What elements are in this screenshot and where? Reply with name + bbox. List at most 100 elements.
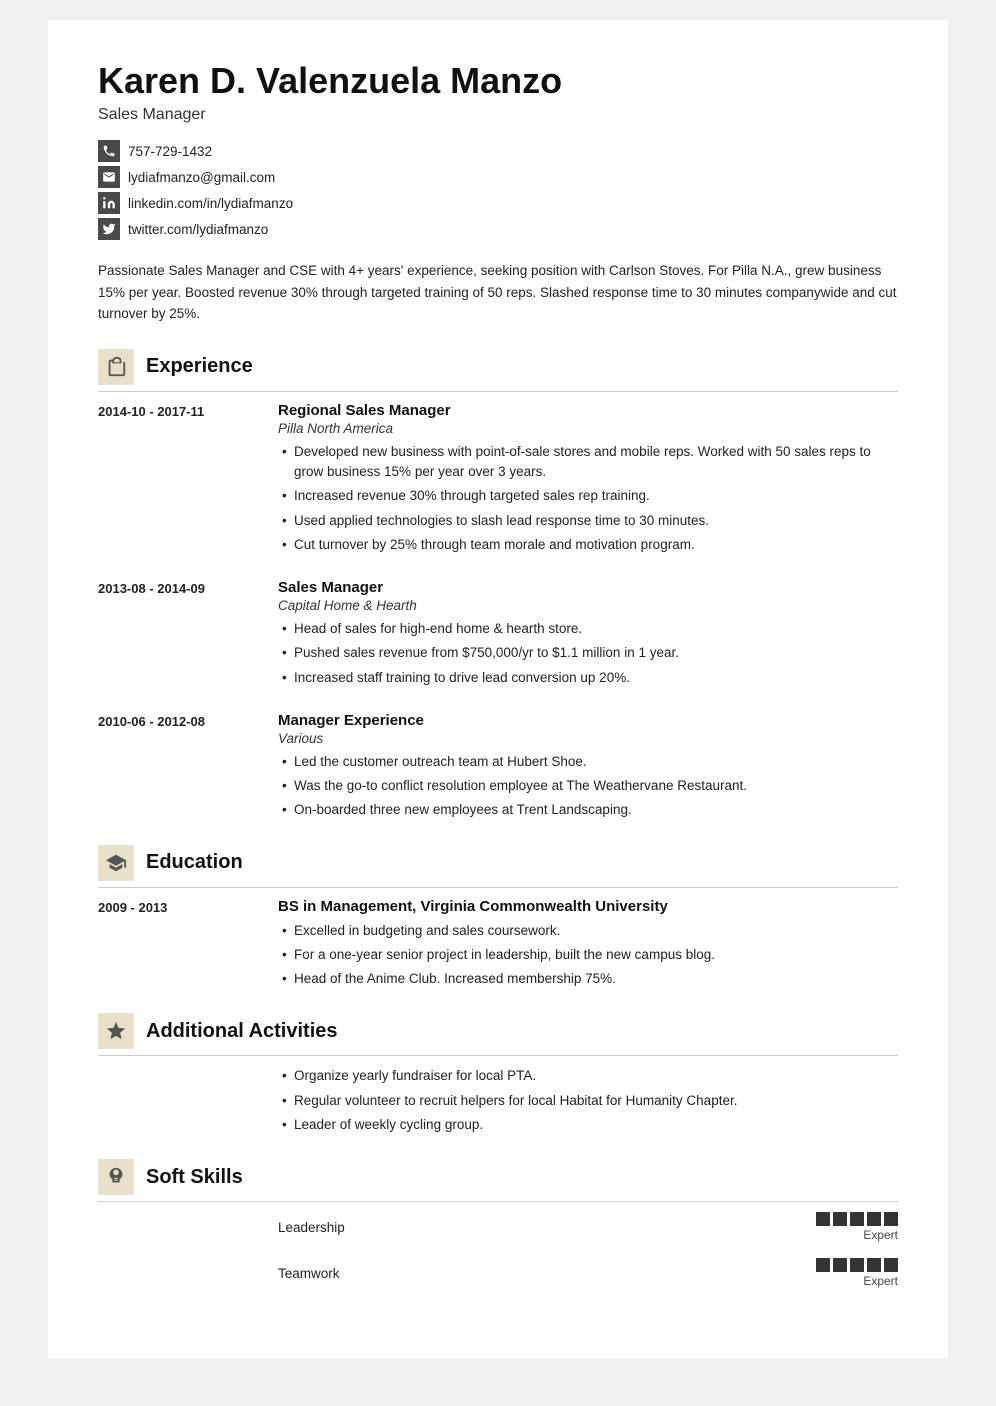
linkedin-icon (98, 192, 120, 214)
twitter-text: twitter.com/lydiafmanzo (128, 222, 268, 237)
education-section-header: Education (98, 845, 898, 888)
skill-entry: Teamwork Expert (98, 1258, 898, 1288)
activities-empty-col (98, 1066, 258, 1139)
bullet-item: For a one-year senior project in leaders… (278, 945, 898, 965)
skill-dots (816, 1212, 898, 1226)
skill-dot (816, 1212, 830, 1226)
skill-label: Expert (863, 1228, 898, 1242)
activities-entry: Organize yearly fundraiser for local PTA… (98, 1066, 898, 1139)
skill-dot (816, 1258, 830, 1272)
skill-dot (850, 1258, 864, 1272)
bullet-item: Led the customer outreach team at Hubert… (278, 752, 898, 772)
entry-job-title: Sales Manager (278, 579, 898, 596)
education-title: Education (146, 851, 243, 874)
resume-container: Karen D. Valenzuela Manzo Sales Manager … (48, 20, 948, 1358)
bullet-item: Leader of weekly cycling group. (278, 1115, 898, 1135)
activities-section: Additional Activities Organize yearly fu… (98, 1013, 898, 1139)
skill-dot (833, 1258, 847, 1272)
activities-content: Organize yearly fundraiser for local PTA… (278, 1066, 898, 1139)
education-section: Education 2009 - 2013 BS in Management, V… (98, 845, 898, 994)
bullet-item: Increased revenue 30% through targeted s… (278, 486, 898, 506)
skills-section: Soft Skills Leadership Expert Teamwork Expe… (98, 1159, 898, 1288)
entry-job-title: Manager Experience (278, 712, 898, 729)
edu-content: BS in Management, Virginia Commonwealth … (278, 898, 898, 994)
entry-dates: 2010-06 - 2012-08 (98, 712, 258, 825)
full-name: Karen D. Valenzuela Manzo (98, 60, 898, 102)
activities-icon (98, 1013, 134, 1049)
bullet-item: Pushed sales revenue from $750,000/yr to… (278, 643, 898, 663)
entry-company: Pilla North America (278, 421, 898, 436)
bullet-item: Head of sales for high-end home & hearth… (278, 619, 898, 639)
entry-content: Regional Sales Manager Pilla North Americ… (278, 402, 898, 559)
entry-company: Capital Home & Hearth (278, 598, 898, 613)
bullet-item: Organize yearly fundraiser for local PTA… (278, 1066, 898, 1086)
skill-dot (833, 1212, 847, 1226)
experience-entries: 2014-10 - 2017-11 Regional Sales Manager P… (98, 402, 898, 825)
skills-section-header: Soft Skills (98, 1159, 898, 1202)
skill-level-area: Expert (816, 1258, 898, 1288)
skill-dot (867, 1212, 881, 1226)
entry-bullets: Head of sales for high-end home & hearth… (278, 619, 898, 688)
education-icon (98, 845, 134, 881)
experience-title: Experience (146, 355, 253, 378)
skill-dot (867, 1258, 881, 1272)
bullet-item: Head of the Anime Club. Increased member… (278, 969, 898, 989)
skills-entries: Leadership Expert Teamwork Expert (98, 1212, 898, 1288)
entry-bullets: Led the customer outreach team at Hubert… (278, 752, 898, 821)
job-title: Sales Manager (98, 106, 898, 124)
experience-entry: 2013-08 - 2014-09 Sales Manager Capital Ho… (98, 579, 898, 692)
experience-section-header: Experience (98, 349, 898, 392)
skill-dot (850, 1212, 864, 1226)
entry-company: Various (278, 731, 898, 746)
phone-icon (98, 140, 120, 162)
entry-content: Sales Manager Capital Home & Hearth Head o… (278, 579, 898, 692)
skill-label: Expert (863, 1274, 898, 1288)
skill-name: Leadership (278, 1220, 796, 1235)
twitter-icon (98, 218, 120, 240)
email-text: lydiafmanzo@gmail.com (128, 170, 275, 185)
skill-entry: Leadership Expert (98, 1212, 898, 1242)
skill-dots (816, 1258, 898, 1272)
experience-entry: 2010-06 - 2012-08 Manager Experience Vario… (98, 712, 898, 825)
email-icon (98, 166, 120, 188)
bullet-item: Cut turnover by 25% through team morale … (278, 535, 898, 555)
activities-bullets: Organize yearly fundraiser for local PTA… (278, 1066, 898, 1135)
bullet-item: Used applied technologies to slash lead … (278, 511, 898, 531)
bullet-item: Developed new business with point-of-sal… (278, 442, 898, 483)
summary-text: Passionate Sales Manager and CSE with 4+… (98, 260, 898, 325)
skill-level-area: Expert (816, 1212, 898, 1242)
entry-dates: 2014-10 - 2017-11 (98, 402, 258, 559)
education-entries: 2009 - 2013 BS in Management, Virginia Co… (98, 898, 898, 994)
entry-bullets: Developed new business with point-of-sal… (278, 442, 898, 555)
skill-dot (884, 1212, 898, 1226)
bullet-item: Was the go-to conflict resolution employ… (278, 776, 898, 796)
experience-section: Experience 2014-10 - 2017-11Regional Sal… (98, 349, 898, 825)
edu-degree: BS in Management, Virginia Commonwealth … (278, 898, 898, 915)
experience-icon (98, 349, 134, 385)
entry-job-title: Regional Sales Manager (278, 402, 898, 419)
skill-dot (884, 1258, 898, 1272)
linkedin-item: linkedin.com/in/lydiafmanzo (98, 192, 898, 214)
email-item: lydiafmanzo@gmail.com (98, 166, 898, 188)
linkedin-text: linkedin.com/in/lydiafmanzo (128, 196, 293, 211)
skills-title: Soft Skills (146, 1166, 243, 1189)
edu-dates: 2009 - 2013 (98, 898, 258, 994)
phone-text: 757-729-1432 (128, 144, 212, 159)
edu-bullets: Excelled in budgeting and sales coursewo… (278, 921, 898, 990)
bullet-item: Excelled in budgeting and sales coursewo… (278, 921, 898, 941)
education-entry: 2009 - 2013 BS in Management, Virginia Co… (98, 898, 898, 994)
experience-entry: 2014-10 - 2017-11 Regional Sales Manager P… (98, 402, 898, 559)
phone-item: 757-729-1432 (98, 140, 898, 162)
skills-icon (98, 1159, 134, 1195)
entry-content: Manager Experience Various Led the custome… (278, 712, 898, 825)
twitter-item: twitter.com/lydiafmanzo (98, 218, 898, 240)
activities-entries: Organize yearly fundraiser for local PTA… (98, 1066, 898, 1139)
header: Karen D. Valenzuela Manzo Sales Manager … (98, 60, 898, 240)
skill-name: Teamwork (278, 1266, 796, 1281)
bullet-item: On-boarded three new employees at Trent … (278, 800, 898, 820)
bullet-item: Regular volunteer to recruit helpers for… (278, 1091, 898, 1111)
contact-list: 757-729-1432 lydiafmanzo@gmail.com linke… (98, 140, 898, 240)
entry-dates: 2013-08 - 2014-09 (98, 579, 258, 692)
bullet-item: Increased staff training to drive lead c… (278, 668, 898, 688)
activities-title: Additional Activities (146, 1020, 338, 1043)
